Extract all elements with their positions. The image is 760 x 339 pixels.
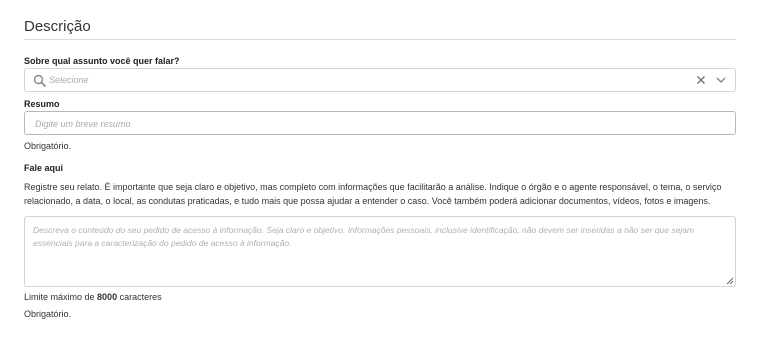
section-divider bbox=[24, 39, 736, 40]
summary-input[interactable]: Digite um breve resumo bbox=[24, 111, 736, 135]
search-icon bbox=[33, 74, 46, 87]
summary-required-text: Obrigatório. bbox=[24, 141, 72, 151]
report-textarea[interactable]: Descreva o conteúdo do seu pedido de ace… bbox=[24, 216, 736, 287]
report-required-text: Obrigatório. bbox=[24, 309, 72, 319]
limit-value: 8000 bbox=[97, 292, 118, 302]
report-textarea-placeholder: Descreva o conteúdo do seu pedido de ace… bbox=[33, 225, 695, 248]
section-title: Descrição bbox=[24, 18, 91, 35]
subject-select[interactable]: Selecione bbox=[24, 68, 736, 92]
resize-handle-icon[interactable] bbox=[725, 276, 734, 285]
subject-label: Sobre qual assunto você quer falar? bbox=[24, 56, 180, 66]
summary-label: Resumo bbox=[24, 99, 60, 109]
limit-prefix: Limite máximo de bbox=[24, 292, 95, 302]
report-character-limit: Limite máximo de 8000 caracteres bbox=[24, 292, 162, 302]
report-instructions: Registre seu relato. É importante que se… bbox=[24, 182, 722, 206]
report-label: Fale aqui bbox=[24, 163, 64, 173]
clear-icon[interactable] bbox=[695, 74, 707, 86]
summary-input-placeholder: Digite um breve resumo bbox=[35, 119, 131, 129]
subject-select-placeholder: Selecione bbox=[49, 75, 89, 85]
chevron-down-icon[interactable] bbox=[715, 74, 727, 86]
limit-suffix: caracteres bbox=[119, 292, 162, 302]
